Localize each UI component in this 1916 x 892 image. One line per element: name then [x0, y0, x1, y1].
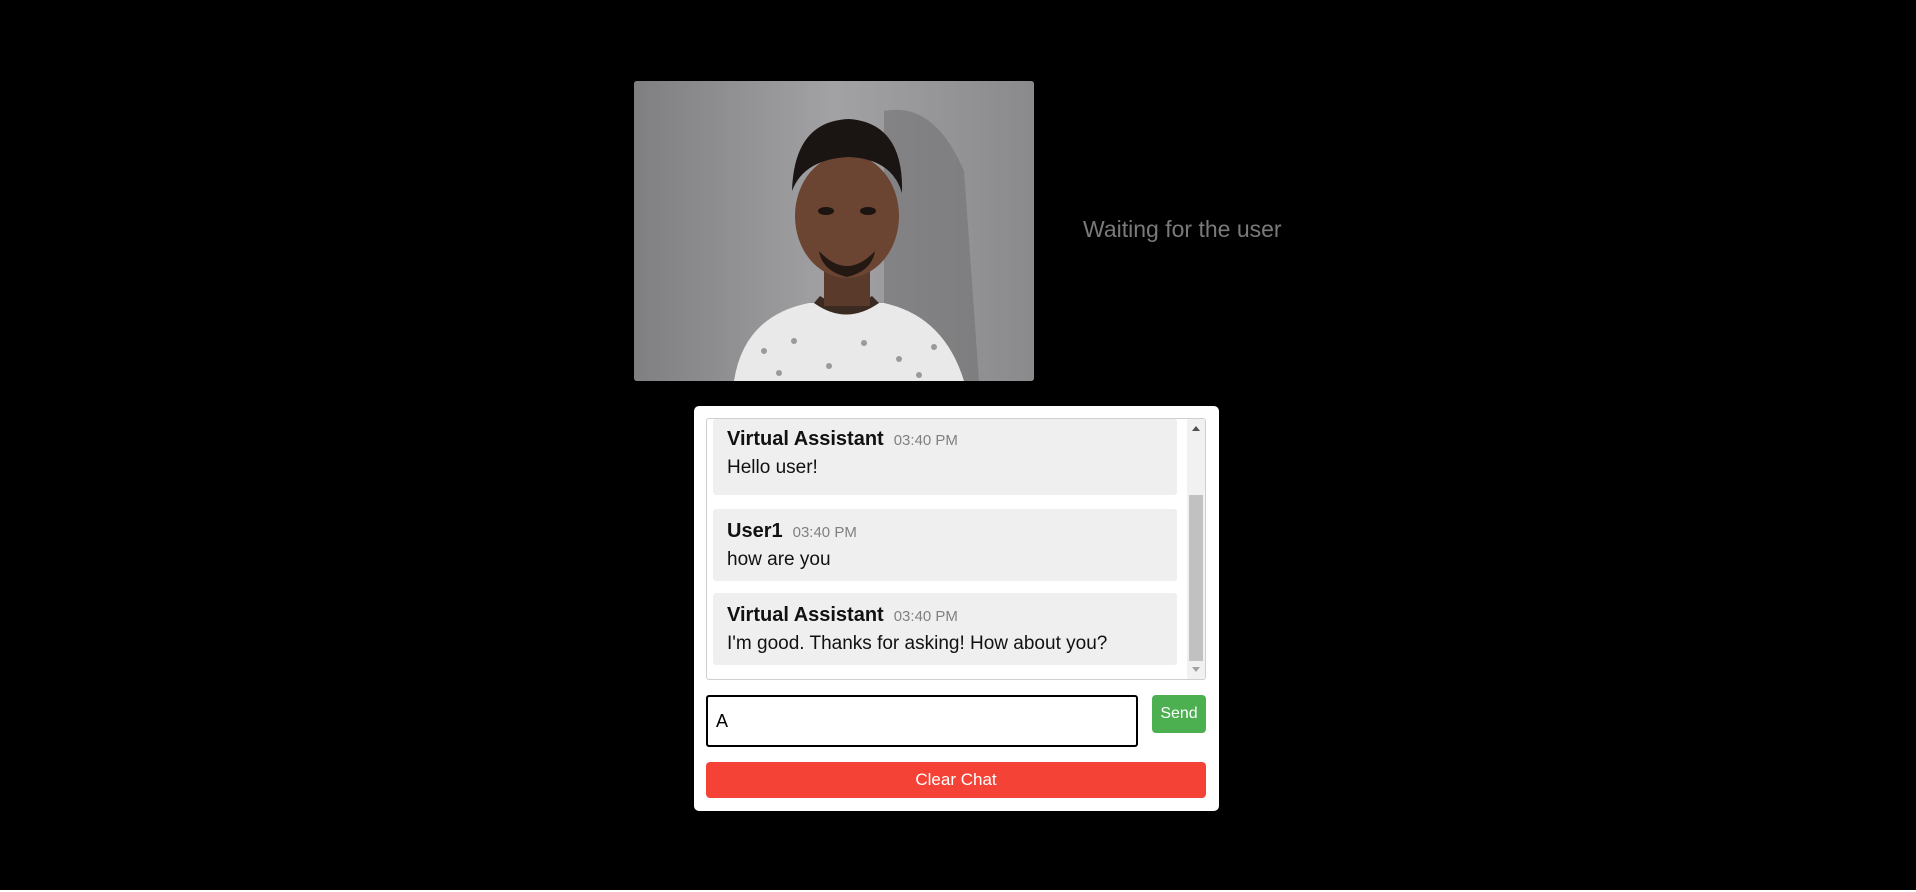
clear-chat-button[interactable]: Clear Chat [706, 762, 1206, 798]
send-button[interactable]: Send [1152, 695, 1206, 733]
message-header: User1 03:40 PM [727, 520, 857, 543]
scroll-up-icon[interactable] [1192, 426, 1200, 431]
chat-panel: Virtual Assistant 03:40 PM Hello user! Us… [694, 406, 1219, 811]
scrollbar-thumb[interactable] [1189, 495, 1203, 661]
message-input[interactable] [706, 695, 1138, 747]
message-time: 03:40 PM [893, 608, 958, 625]
page: Waiting for the user Virtual Assistant 03… [0, 0, 1916, 892]
chat-message: Virtual Assistant 03:40 PM Hello user! [713, 419, 1177, 495]
message-time: 03:40 PM [893, 432, 958, 449]
message-text: how are you [727, 549, 831, 570]
message-sender: Virtual Assistant [727, 604, 884, 626]
message-sender: Virtual Assistant [727, 428, 884, 450]
local-video-feed [634, 81, 1034, 381]
message-time: 03:40 PM [792, 524, 857, 541]
status-text: Waiting for the user [1083, 216, 1282, 242]
chat-message: Virtual Assistant 03:40 PM I'm good. Than… [713, 593, 1177, 665]
chat-message: User1 03:40 PM how are you [713, 509, 1177, 581]
message-header: Virtual Assistant 03:40 PM [727, 428, 958, 451]
webcam-image [634, 81, 1034, 381]
scroll-down-icon[interactable] [1192, 667, 1200, 672]
message-text: I'm good. Thanks for asking! How about y… [727, 633, 1108, 654]
chat-scrollbar[interactable] [1187, 419, 1205, 679]
message-text: Hello user! [727, 457, 818, 478]
message-header: Virtual Assistant 03:40 PM [727, 604, 958, 627]
message-sender: User1 [727, 520, 783, 542]
chat-messages[interactable]: Virtual Assistant 03:40 PM Hello user! Us… [706, 418, 1206, 680]
